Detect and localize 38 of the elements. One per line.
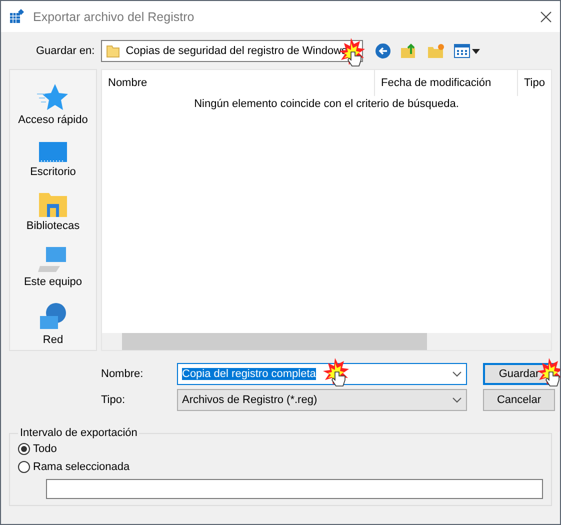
window-title: Exportar archivo del Registro bbox=[33, 10, 196, 24]
dropdown-caret-icon[interactable] bbox=[452, 371, 462, 377]
file-type-dropdown[interactable]: Archivos de Registro (*.reg) bbox=[177, 389, 467, 411]
close-icon[interactable] bbox=[540, 10, 552, 22]
network-icon bbox=[38, 302, 68, 332]
folder-icon bbox=[106, 44, 120, 58]
place-item[interactable]: Acceso rápido bbox=[16, 80, 90, 128]
library-folder-icon bbox=[38, 192, 68, 218]
column-header[interactable]: Tipo bbox=[518, 70, 551, 96]
horizontal-scrollbar[interactable] bbox=[102, 333, 551, 350]
radio-option[interactable]: Todo bbox=[18, 443, 543, 455]
file-name-field[interactable]: Copia del registro completa bbox=[177, 363, 467, 385]
place-item[interactable]: Bibliotecas bbox=[24, 190, 82, 234]
radio-icon[interactable] bbox=[18, 443, 30, 455]
click-marker-icon bbox=[323, 358, 351, 388]
click-marker-icon bbox=[537, 358, 560, 388]
place-item[interactable]: Red bbox=[36, 300, 70, 348]
group-title: Intervalo de exportación bbox=[19, 427, 138, 439]
computer-icon bbox=[38, 246, 68, 274]
place-item[interactable]: Este equipo bbox=[22, 244, 84, 290]
registry-icon bbox=[9, 8, 25, 24]
column-header[interactable]: Fecha de modificación bbox=[375, 70, 518, 96]
branch-field[interactable] bbox=[46, 479, 543, 499]
empty-message: Ningún elemento coincide con el criterio de búsqueda. bbox=[194, 98, 459, 110]
radio-option[interactable]: Rama seleccionada bbox=[18, 461, 543, 473]
desktop-icon bbox=[38, 140, 68, 164]
folder-up-icon[interactable] bbox=[400, 43, 418, 59]
file-name-label: Nombre: bbox=[101, 368, 144, 380]
column-header[interactable]: Nombre bbox=[102, 70, 375, 96]
save-in-label: Guardar en: bbox=[36, 45, 95, 57]
file-type-label: Tipo: bbox=[101, 394, 126, 406]
view-menu-icon[interactable] bbox=[454, 44, 470, 58]
place-item[interactable]: Escritorio bbox=[28, 138, 78, 180]
dropdown-caret-icon[interactable] bbox=[452, 397, 462, 403]
caret-icon[interactable] bbox=[472, 48, 480, 54]
star-icon bbox=[37, 82, 69, 112]
cancel-button[interactable]: Cancelar bbox=[483, 389, 555, 411]
radio-icon[interactable] bbox=[18, 461, 30, 473]
